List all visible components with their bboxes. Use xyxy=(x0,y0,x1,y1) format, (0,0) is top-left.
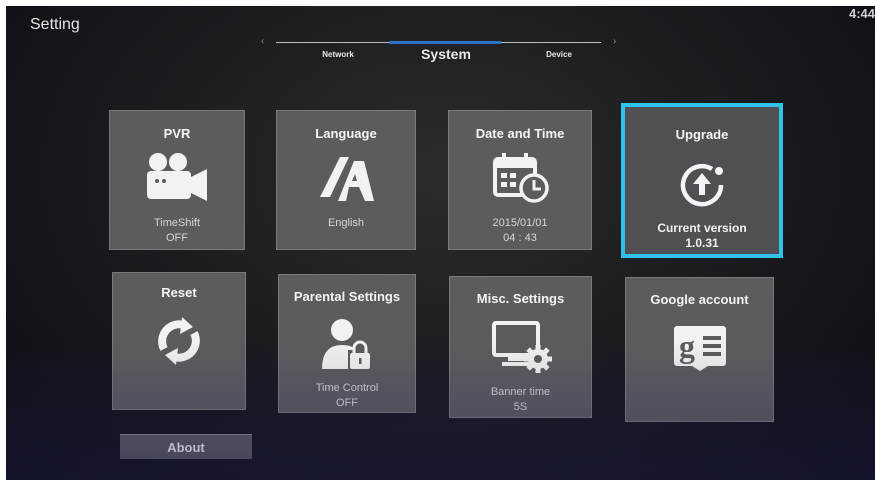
tile-subtitle: Banner time xyxy=(490,386,551,398)
monitor-gear-icon xyxy=(491,321,552,373)
tab-bar: ‹ › Network System Device xyxy=(261,30,621,66)
tile-subtitle: Time Control xyxy=(315,382,379,394)
chevron-right-icon[interactable]: › xyxy=(613,36,616,47)
calendar-clock-icon xyxy=(493,153,549,203)
user-lock-icon xyxy=(322,319,370,369)
settings-screen: Setting 4:44 ‹ › Network System Device P… xyxy=(6,6,875,480)
tile-title: Language xyxy=(315,126,377,141)
tile-subtitle: Current version xyxy=(657,221,747,235)
tile-value: 5S xyxy=(513,401,528,413)
tile-value: OFF xyxy=(336,397,358,409)
tile-subtitle: TimeShift xyxy=(153,217,201,229)
tile-misc-settings[interactable]: Misc. Settings Banner time 5S xyxy=(449,276,592,418)
tile-title: Date and Time xyxy=(475,126,565,141)
tile-title: Google account xyxy=(650,292,749,307)
page-title: Setting xyxy=(30,16,80,33)
tile-reset[interactable]: Reset xyxy=(112,272,246,410)
tab-system[interactable]: System xyxy=(414,46,478,62)
tab-network[interactable]: Network xyxy=(313,50,363,59)
tile-title: PVR xyxy=(163,126,191,141)
language-icon xyxy=(320,157,374,201)
video-camera-icon xyxy=(147,153,207,201)
about-button[interactable]: About xyxy=(120,434,252,459)
tile-upgrade[interactable]: Upgrade Current version 1.0.31 xyxy=(621,103,783,258)
svg-text:g: g xyxy=(679,328,695,364)
tile-version: 1.0.31 xyxy=(685,236,719,250)
chevron-left-icon[interactable]: ‹ xyxy=(261,36,264,47)
tile-value: OFF xyxy=(166,232,188,244)
tile-title: Parental Settings xyxy=(293,289,401,304)
tile-date-and-time[interactable]: Date and Time 2015/01/01 04 : 43 xyxy=(448,110,592,250)
tile-pvr[interactable]: PVR TimeShift OFF xyxy=(109,110,245,250)
tile-parental-settings[interactable]: Parental Settings Time Control OFF xyxy=(278,274,416,413)
upgrade-arrow-icon xyxy=(680,163,724,207)
tile-time: 04 : 43 xyxy=(503,232,537,244)
tile-title: Reset xyxy=(161,285,197,300)
tab-device[interactable]: Device xyxy=(537,50,581,59)
tile-title: Misc. Settings xyxy=(476,291,565,306)
clock: 4:44 xyxy=(848,6,875,21)
tab-active-indicator xyxy=(389,41,501,44)
tile-value: English xyxy=(327,217,365,229)
tile-language[interactable]: Language English xyxy=(276,110,416,250)
tile-title: Upgrade xyxy=(675,127,729,142)
google-account-icon: g xyxy=(673,326,726,371)
tile-google-account[interactable]: Google account g xyxy=(625,277,774,422)
refresh-icon xyxy=(158,317,200,365)
tile-date: 2015/01/01 xyxy=(492,217,548,229)
